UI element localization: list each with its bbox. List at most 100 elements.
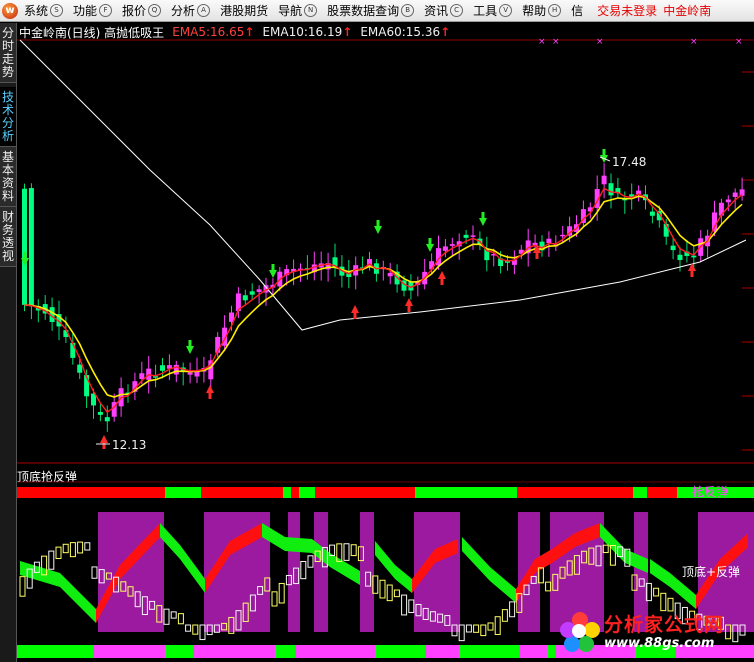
candle-body: [28, 188, 34, 307]
ribbon-segment: [462, 537, 516, 603]
candle-body: [22, 188, 27, 305]
sub-candle: [545, 581, 552, 592]
buy-signal-icon: [100, 435, 108, 449]
watermark-text: 分析家公式网 www.88gs.com: [604, 614, 724, 651]
sub-candle: [69, 542, 76, 558]
signal-zone: [314, 512, 328, 632]
candle-body: [670, 245, 676, 251]
sub-candle: [185, 624, 192, 632]
ribbon-segment: [375, 541, 412, 593]
ema10-line: [24, 195, 743, 398]
sub-candle: [465, 624, 472, 633]
top-marker-icon: ×: [552, 37, 560, 47]
top-signal-bar: [283, 487, 291, 498]
top-signal-bar: [299, 487, 315, 498]
sub-candle: [62, 543, 69, 554]
low-price-label: 12.13: [112, 438, 146, 452]
sell-signal-icon: [479, 212, 487, 226]
sub-candle: [480, 624, 487, 637]
candle-body: [256, 289, 262, 292]
buy-signal-icon: [438, 271, 446, 285]
sub-candle: [177, 613, 184, 625]
candle-body: [249, 291, 255, 295]
top-signal-bar: [165, 487, 201, 498]
sub-candle: [170, 611, 177, 619]
ema5-line: [24, 187, 743, 414]
candle-body: [442, 246, 448, 251]
bottom-signal-bar: [519, 645, 547, 658]
candle-body: [725, 199, 731, 203]
price-axis-ticks: [742, 71, 754, 451]
candle-body: [608, 183, 614, 196]
top-signal-bar: [647, 487, 677, 498]
sub-candle: [653, 587, 660, 597]
sell-signal-icon: [374, 220, 382, 234]
watermark-url: www.88gs.com: [604, 635, 715, 651]
candle-body: [97, 411, 103, 415]
candle-body: [104, 417, 110, 422]
bottom-signal-bar: [375, 645, 425, 658]
sub-candle: [379, 579, 386, 599]
chart-canvas[interactable]: × × × × × 17.48 12.13 抢反弹 顶底+反弹: [0, 0, 754, 662]
sub-candle: [163, 608, 170, 625]
candlesticks: [22, 163, 745, 432]
top-marker-icon: ×: [596, 37, 604, 47]
bottom-signal-bar: [547, 645, 555, 658]
sub-candle: [77, 541, 84, 554]
top-signal-bar: [517, 487, 633, 498]
sub-candle: [501, 609, 508, 622]
sub-candle: [84, 542, 91, 551]
sub-candle: [19, 576, 26, 597]
sub-candle: [401, 594, 408, 616]
sub-candle: [343, 543, 350, 561]
sell-signal-icon: [600, 149, 608, 163]
sub-candle: [509, 601, 516, 618]
candle-body: [732, 192, 738, 197]
sub-candle: [192, 624, 199, 635]
candle-body: [160, 365, 165, 371]
candle-body: [187, 372, 193, 375]
top-markers: × × × × ×: [538, 37, 743, 47]
candle-body: [208, 360, 214, 380]
sell-signal-icon: [186, 340, 194, 354]
candle-body: [691, 255, 697, 258]
top-signal-bar: [633, 487, 647, 498]
bottom-signal-bar: [17, 645, 93, 658]
ema60-line: [19, 39, 747, 331]
top-signal-bar: [291, 487, 299, 498]
bottom-signal-bar: [193, 645, 275, 658]
watermark-title: 分析家公式网: [604, 613, 725, 636]
sub-candle: [55, 546, 62, 559]
sub-candle: [487, 622, 494, 631]
bottom-signal-bar: [275, 645, 295, 658]
top-signal-bar: [17, 487, 165, 498]
watermark: 分析家公式网 www.88gs.com: [560, 603, 754, 661]
sub-candle: [408, 599, 415, 614]
sub-candle: [48, 550, 55, 570]
buy-signal-icon: [405, 298, 413, 312]
candle-body: [77, 364, 83, 373]
sub-candle: [91, 566, 98, 579]
sub-candle: [278, 582, 285, 604]
top-signal-bar: [415, 487, 517, 498]
bottom-rebound-label: 顶底+反弹: [682, 564, 740, 579]
candle-body: [712, 212, 717, 232]
bottom-signal-bar: [93, 645, 165, 658]
candle-body: [560, 234, 566, 237]
ribbon-segment: [160, 523, 205, 593]
bottom-signal-bar: [425, 645, 459, 658]
candle-body: [546, 238, 552, 244]
buy-signal-icon: [206, 385, 214, 399]
top-marker-icon: ×: [538, 37, 546, 47]
annotation-pointers: [96, 156, 611, 445]
candle-body: [601, 175, 607, 185]
candle-body: [677, 254, 683, 261]
top-marker-icon: ×: [735, 37, 743, 47]
candle-body: [139, 373, 145, 380]
sub-candle: [494, 616, 501, 635]
flower-logo-icon: [560, 612, 600, 652]
sub-candle: [271, 591, 278, 607]
candle-body: [470, 235, 476, 237]
high-price-label: 17.48: [612, 155, 646, 169]
candle-body: [463, 234, 469, 238]
